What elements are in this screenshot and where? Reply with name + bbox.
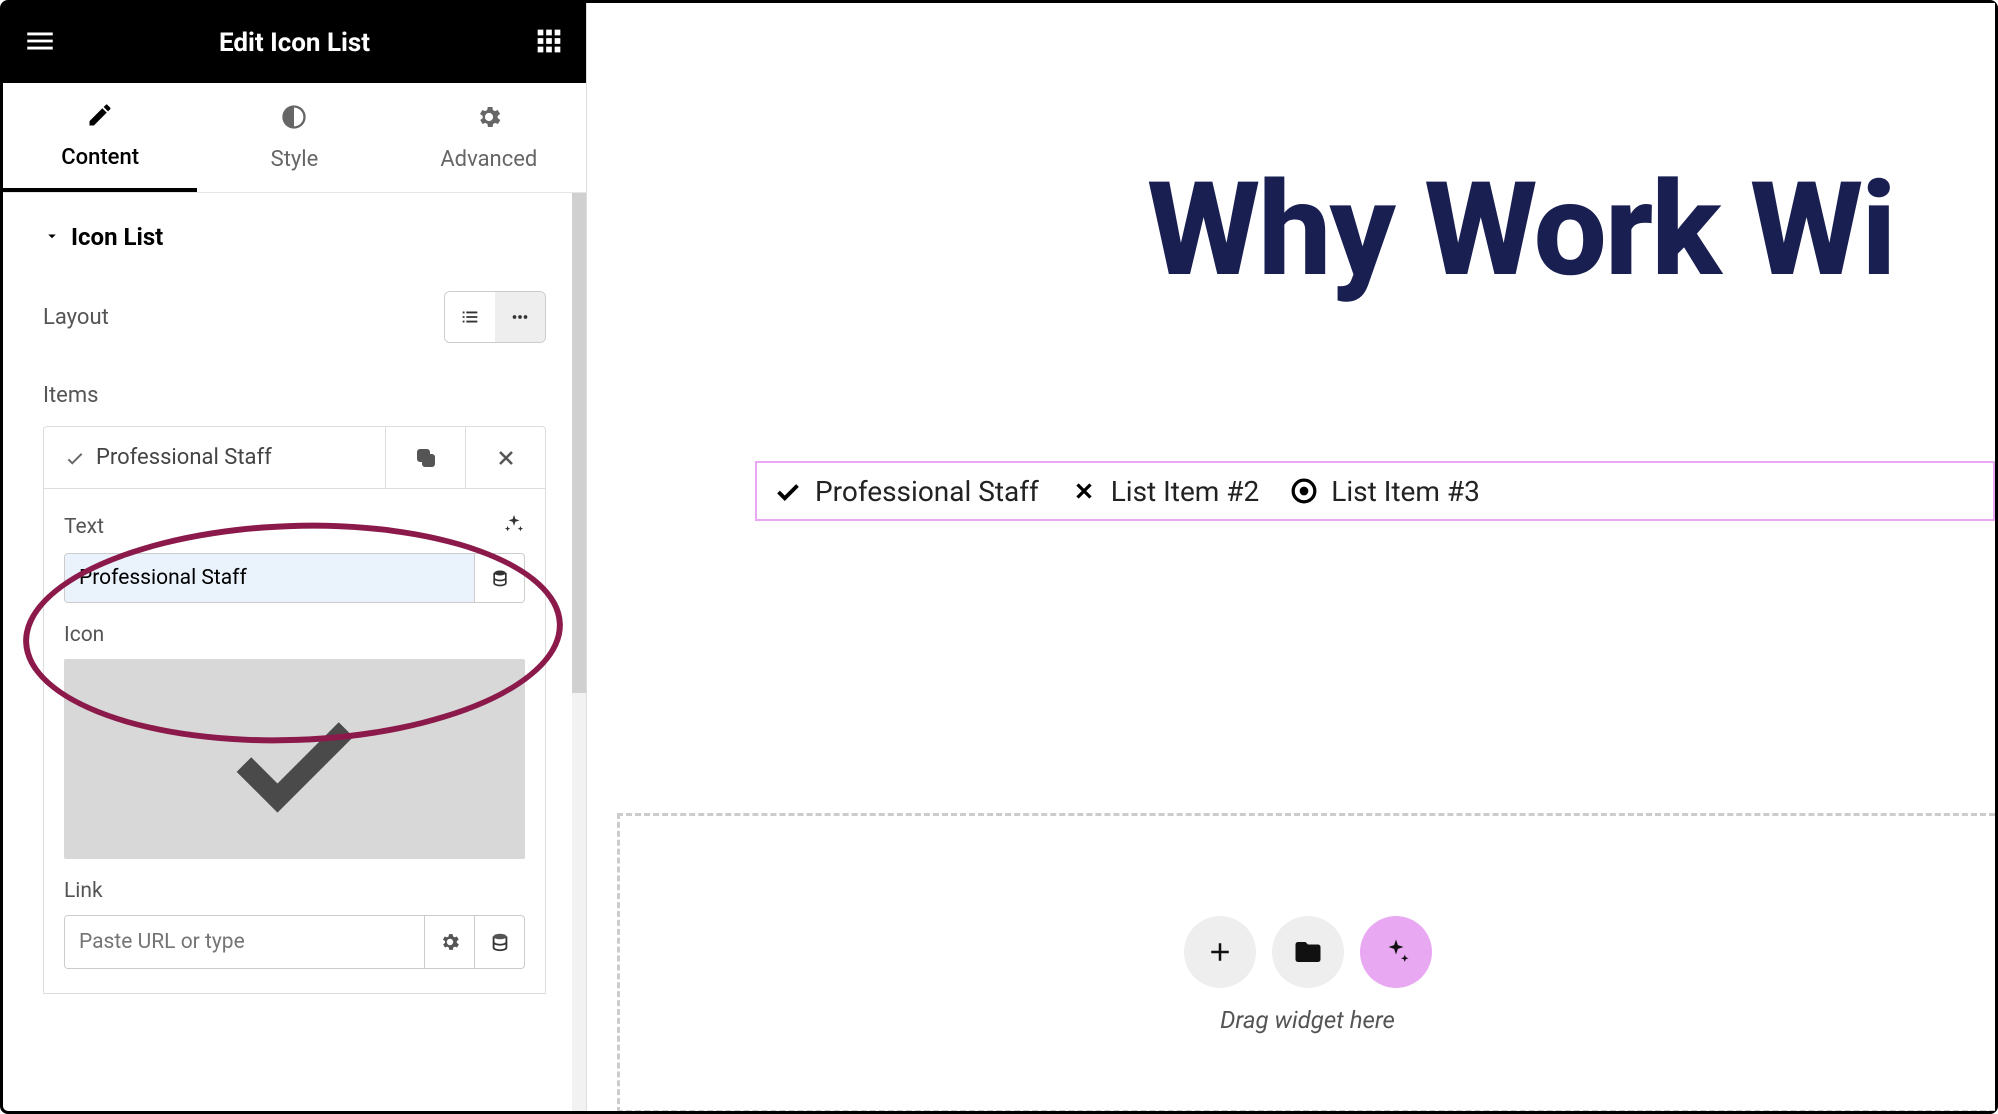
list-item: Professional Staff [775,475,1039,508]
pencil-icon [86,101,114,135]
tab-content[interactable]: Content [3,83,197,192]
tab-style[interactable]: Style [197,83,391,192]
remove-button[interactable] [465,427,545,488]
list-item-text: Professional Staff [815,475,1039,508]
link-input-row [64,915,525,969]
scrollbar-thumb[interactable] [572,193,586,693]
section-header[interactable]: Icon List [43,223,546,251]
link-input[interactable] [65,916,424,968]
section-title: Icon List [71,223,163,251]
gear-icon [475,103,503,137]
link-options-button[interactable] [424,916,474,968]
layout-toggle [444,291,546,343]
layout-inline-button[interactable] [495,292,545,342]
duplicate-button[interactable] [385,427,465,488]
text-input-row [64,553,525,603]
ai-icon[interactable] [503,513,525,541]
repeater-item-text: Professional Staff [96,445,272,470]
drop-zone-buttons [1184,916,1432,988]
contrast-icon [280,103,308,137]
check-icon [225,689,365,829]
dynamic-tags-button[interactable] [474,554,524,602]
check-icon [64,447,86,469]
list-item: List Item #3 [1291,475,1480,508]
repeater-item-title: Professional Staff [44,427,385,488]
dynamic-tags-button[interactable] [474,916,524,968]
icon-picker[interactable] [64,659,525,859]
editor-canvas[interactable]: Why Work Wi Professional Staff List Item… [587,3,1995,1111]
link-control: Link [64,879,525,969]
add-widget-button[interactable] [1184,916,1256,988]
text-input[interactable] [65,554,474,602]
icon-field-label: Icon [64,623,525,647]
close-icon [1071,478,1097,504]
scrollbar[interactable] [572,193,586,1111]
sidebar-content: Icon List Layout Items Professional Staf… [3,193,586,1111]
list-item-text: List Item #2 [1111,475,1260,508]
apps-icon[interactable] [532,24,566,62]
menu-icon[interactable] [23,24,57,62]
layout-control: Layout [43,291,546,343]
layout-list-button[interactable] [445,292,495,342]
icon-control: Icon [64,623,525,859]
tab-advanced[interactable]: Advanced [392,83,586,192]
tab-label: Style [271,147,319,172]
page-heading: Why Work Wi [1147,153,1894,306]
caret-down-icon [43,223,61,251]
drop-zone[interactable]: Drag widget here [617,813,1995,1111]
icon-list-widget[interactable]: Professional Staff List Item #2 List Ite… [755,461,1995,521]
dot-circle-icon [1291,478,1317,504]
sidebar-title: Edit Icon List [57,28,532,58]
repeater-item-header[interactable]: Professional Staff [43,426,546,489]
sidebar-header: Edit Icon List [3,3,586,83]
list-item-text: List Item #3 [1331,475,1480,508]
drop-hint: Drag widget here [1220,1006,1395,1034]
editor-sidebar: Edit Icon List Content Style Advanced Ic… [3,3,587,1111]
tab-label: Content [61,145,139,170]
editor-tabs: Content Style Advanced [3,83,586,193]
tab-label: Advanced [440,147,537,172]
ai-button[interactable] [1360,916,1432,988]
list-item: List Item #2 [1071,475,1260,508]
link-field-label: Link [64,879,525,903]
layout-label: Layout [43,305,109,330]
text-field-label: Text [64,513,525,541]
items-label: Items [43,383,546,408]
repeater-item-body: Text Icon Link [43,489,546,994]
folder-button[interactable] [1272,916,1344,988]
check-icon [775,478,801,504]
